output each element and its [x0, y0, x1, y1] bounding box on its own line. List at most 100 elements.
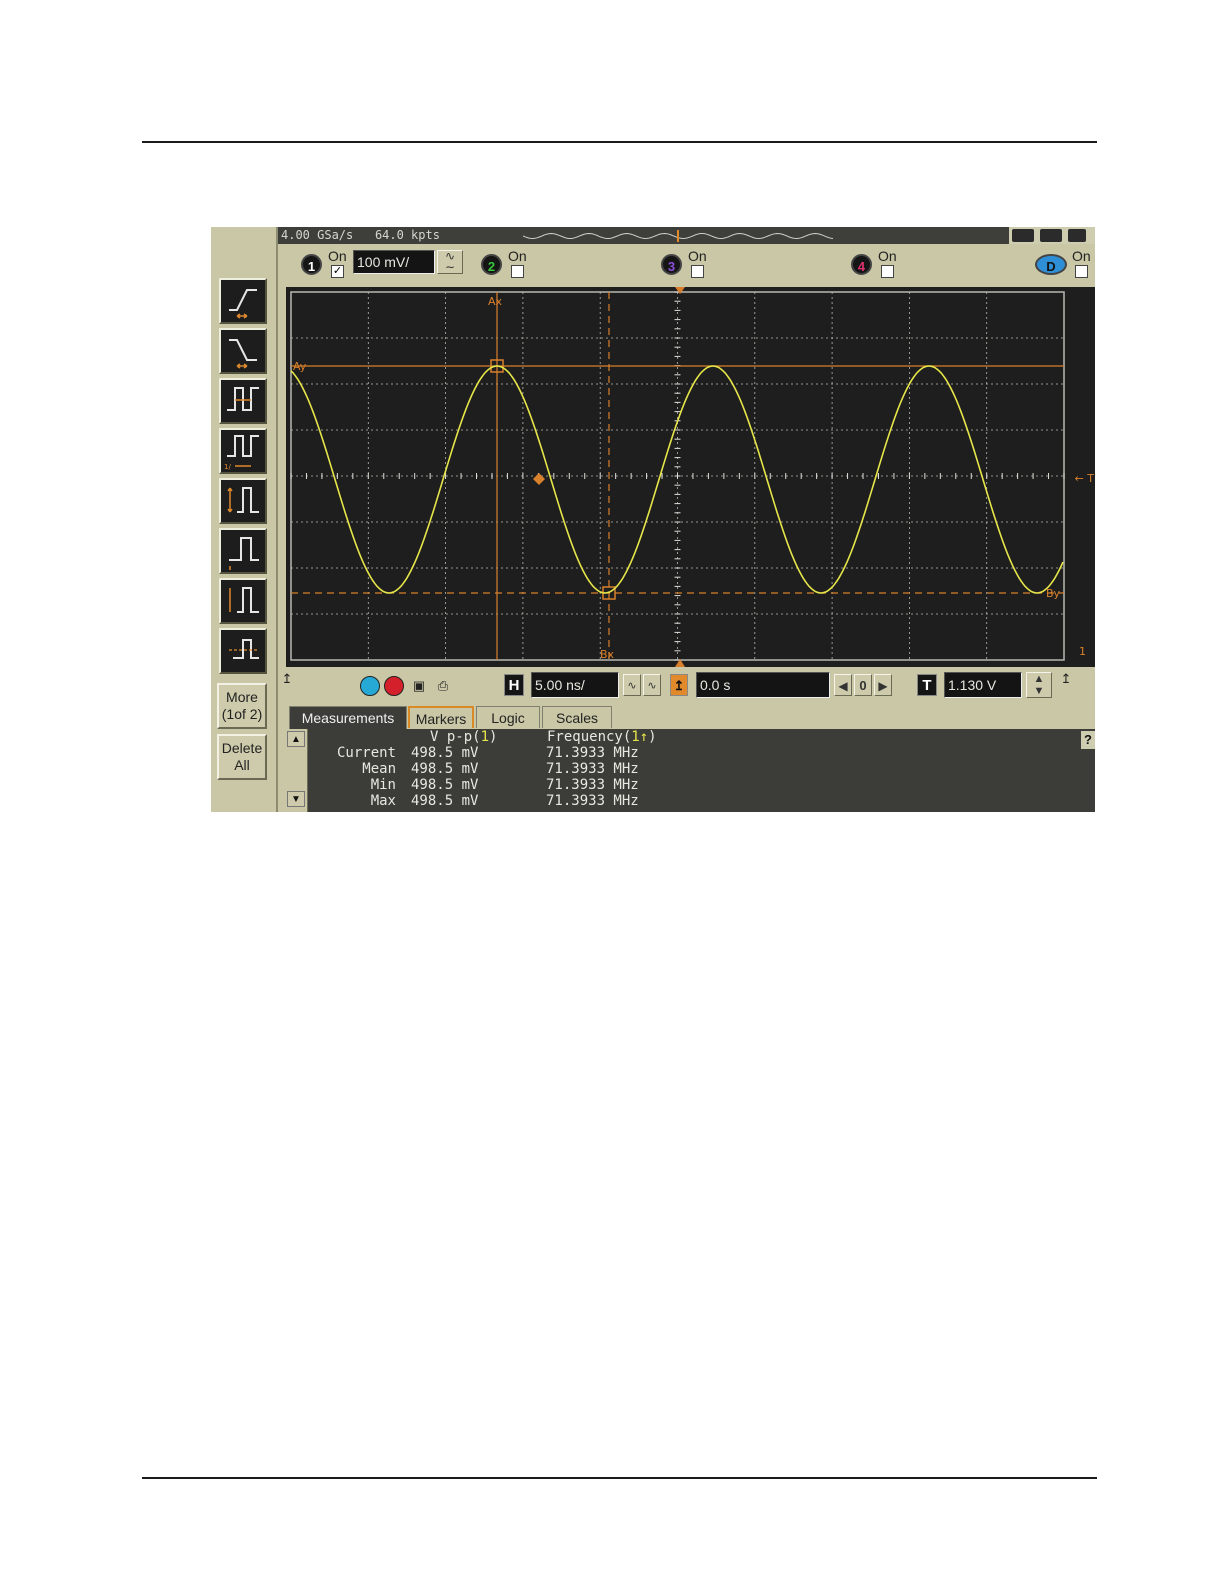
delay-right-button[interactable]: ▶	[874, 674, 892, 696]
frequency-value: 71.3933 MHz	[546, 761, 639, 777]
maximum-icon	[229, 587, 259, 613]
tab-markers[interactable]: Markers	[408, 706, 474, 728]
measurement-panel: ▲ ▼ V p-p(1) Frequency(1↑) Current 498.5 …	[285, 729, 1095, 812]
ground-marker: 1	[1079, 645, 1086, 658]
channel-3-checkbox[interactable]	[691, 265, 704, 278]
measurement-toolbar: 1/ More (1of 2) Delete All	[211, 227, 278, 812]
print-icon[interactable]: ⎙	[433, 676, 453, 696]
channel-1-on-label: On	[328, 248, 347, 264]
channel-4-checkbox[interactable]	[881, 265, 894, 278]
measurement-row-label: Current	[336, 745, 396, 761]
frequency-button[interactable]: 1/	[219, 428, 267, 474]
vpp-value: 498.5 mV	[411, 793, 479, 809]
channel-bar: 1 On ✓ 100 mV/ ∿ ∼ 2 On 3 On 4 On D On	[278, 244, 1095, 287]
frequency-header: Frequency(1↑)	[547, 729, 657, 745]
vpp-icon	[227, 487, 259, 513]
channel-4-badge[interactable]: 4	[851, 254, 872, 275]
delay-marker-icon: ↥	[670, 674, 688, 696]
measurement-row-label: Max	[370, 793, 396, 809]
graticule: Ax Ay Bx By ← T 1	[290, 287, 1094, 667]
channel-2-checkbox[interactable]	[511, 265, 524, 278]
average-icon	[229, 639, 259, 659]
amplitude-icon	[229, 537, 259, 570]
channel-1-checkbox[interactable]: ✓	[331, 265, 344, 278]
tab-measurements[interactable]: Measurements	[289, 706, 407, 729]
more-button[interactable]: More (1of 2)	[217, 683, 267, 729]
marker-ay-label: Ay	[293, 360, 307, 373]
period-button[interactable]	[219, 378, 267, 424]
maximum-button[interactable]	[219, 578, 267, 624]
fall-time-icon	[229, 339, 257, 369]
delay-field[interactable]: 0.0 s	[696, 672, 830, 698]
acquisition-info: 4.00 GSa/s 64.0 kpts	[281, 227, 440, 244]
channel-3-badge[interactable]: 3	[661, 254, 682, 275]
trigger-level-field[interactable]: 1.130 V	[944, 672, 1022, 698]
scroll-up-icon[interactable]: ↥	[277, 669, 297, 689]
channel-1-scale[interactable]: 100 mV/	[353, 250, 435, 274]
peak-to-peak-button[interactable]	[219, 478, 267, 524]
time-scale-field[interactable]: 5.00 ns/	[531, 672, 619, 698]
waveform-display[interactable]: Ax Ay Bx By ← T 1	[286, 287, 1095, 667]
average-button[interactable]	[219, 628, 267, 674]
rise-time-button[interactable]	[219, 278, 267, 324]
grid	[290, 291, 1065, 661]
horizontal-button[interactable]: H	[504, 674, 524, 696]
footer-rule	[142, 1477, 1097, 1479]
memory-depth: 64.0 kpts	[374, 228, 440, 242]
panel-tabs: Measurements Markers Logic Scales	[289, 706, 1095, 729]
trigger-level-label: ← T	[1075, 472, 1095, 485]
channel-3-on-label: On	[688, 248, 707, 264]
delete-all-button[interactable]: Delete All	[217, 734, 267, 780]
scroll-down-icon[interactable]: ↥	[1056, 669, 1076, 689]
channel-2-on-label: On	[508, 248, 527, 264]
frequency-value: 71.3933 MHz	[546, 793, 639, 809]
trigger-button[interactable]: T	[917, 674, 937, 696]
vpp-value: 498.5 mV	[411, 777, 479, 793]
status-bar: 4.00 GSa/s 64.0 kpts	[278, 227, 1095, 244]
run-button[interactable]	[360, 676, 380, 696]
delay-zero-button[interactable]: 0	[854, 674, 872, 696]
digital-checkbox[interactable]	[1075, 265, 1088, 278]
marker-ax-label: Ax	[488, 295, 503, 308]
marker-labels: Ax Ay Bx By ← T 1	[293, 295, 1094, 661]
oscilloscope-screenshot: 1/ More (1of 2) Delete All 4.00 GSa/s 64.0…	[211, 227, 1095, 812]
marker-by-label: By	[1046, 587, 1061, 600]
vpp-value: 498.5 mV	[411, 761, 479, 777]
vpp-header: V p-p(1)	[430, 729, 498, 745]
channel-1-badge[interactable]: 1	[301, 254, 322, 275]
period-icon	[227, 387, 259, 411]
amplitude-button[interactable]	[219, 528, 267, 574]
control-bar: ↥ ▣ ⎙ H 5.00 ns/ ∿ ∿ ↥ 0.0 s ◀ 0 ▶ T 1.1…	[278, 667, 1095, 705]
time-coarse-button[interactable]: ∿	[643, 674, 661, 696]
coupling-button[interactable]: ∿ ∼	[437, 250, 463, 274]
tab-logic[interactable]: Logic	[476, 706, 540, 728]
rise-time-icon	[229, 289, 257, 319]
tab-scales[interactable]: Scales	[542, 706, 612, 728]
vpp-value: 498.5 mV	[411, 745, 479, 761]
marker-bx-label: Bx	[600, 648, 615, 661]
svg-text:1/: 1/	[224, 463, 231, 471]
frequency-icon: 1/	[224, 435, 259, 471]
memory-bar-icon	[523, 230, 834, 242]
sample-rate: 4.00 GSa/s	[281, 228, 354, 242]
digital-channel-badge[interactable]: D	[1035, 254, 1067, 275]
measurement-row-label: Min	[370, 777, 396, 793]
delay-left-button[interactable]: ◀	[834, 674, 852, 696]
frequency-value: 71.3933 MHz	[546, 777, 639, 793]
channel-4-on-label: On	[878, 248, 897, 264]
stop-button[interactable]	[384, 676, 404, 696]
layout-icon[interactable]	[1012, 229, 1034, 242]
fall-time-button[interactable]	[219, 328, 267, 374]
acquire-icon[interactable]	[1040, 229, 1062, 242]
frequency-value: 71.3933 MHz	[546, 745, 639, 761]
digital-on-label: On	[1072, 248, 1091, 264]
header-rule	[142, 141, 1097, 143]
measurement-row-label: Mean	[362, 761, 396, 777]
trigger-level-stepper[interactable]: ▲ ▼	[1026, 672, 1052, 698]
channel-2-badge[interactable]: 2	[481, 254, 502, 275]
time-fine-button[interactable]: ∿	[623, 674, 641, 696]
help-icon[interactable]: ?	[1081, 731, 1095, 749]
single-icon[interactable]: ▣	[409, 676, 429, 696]
minimize-icon[interactable]	[1068, 229, 1086, 242]
window-icons	[1009, 227, 1095, 244]
